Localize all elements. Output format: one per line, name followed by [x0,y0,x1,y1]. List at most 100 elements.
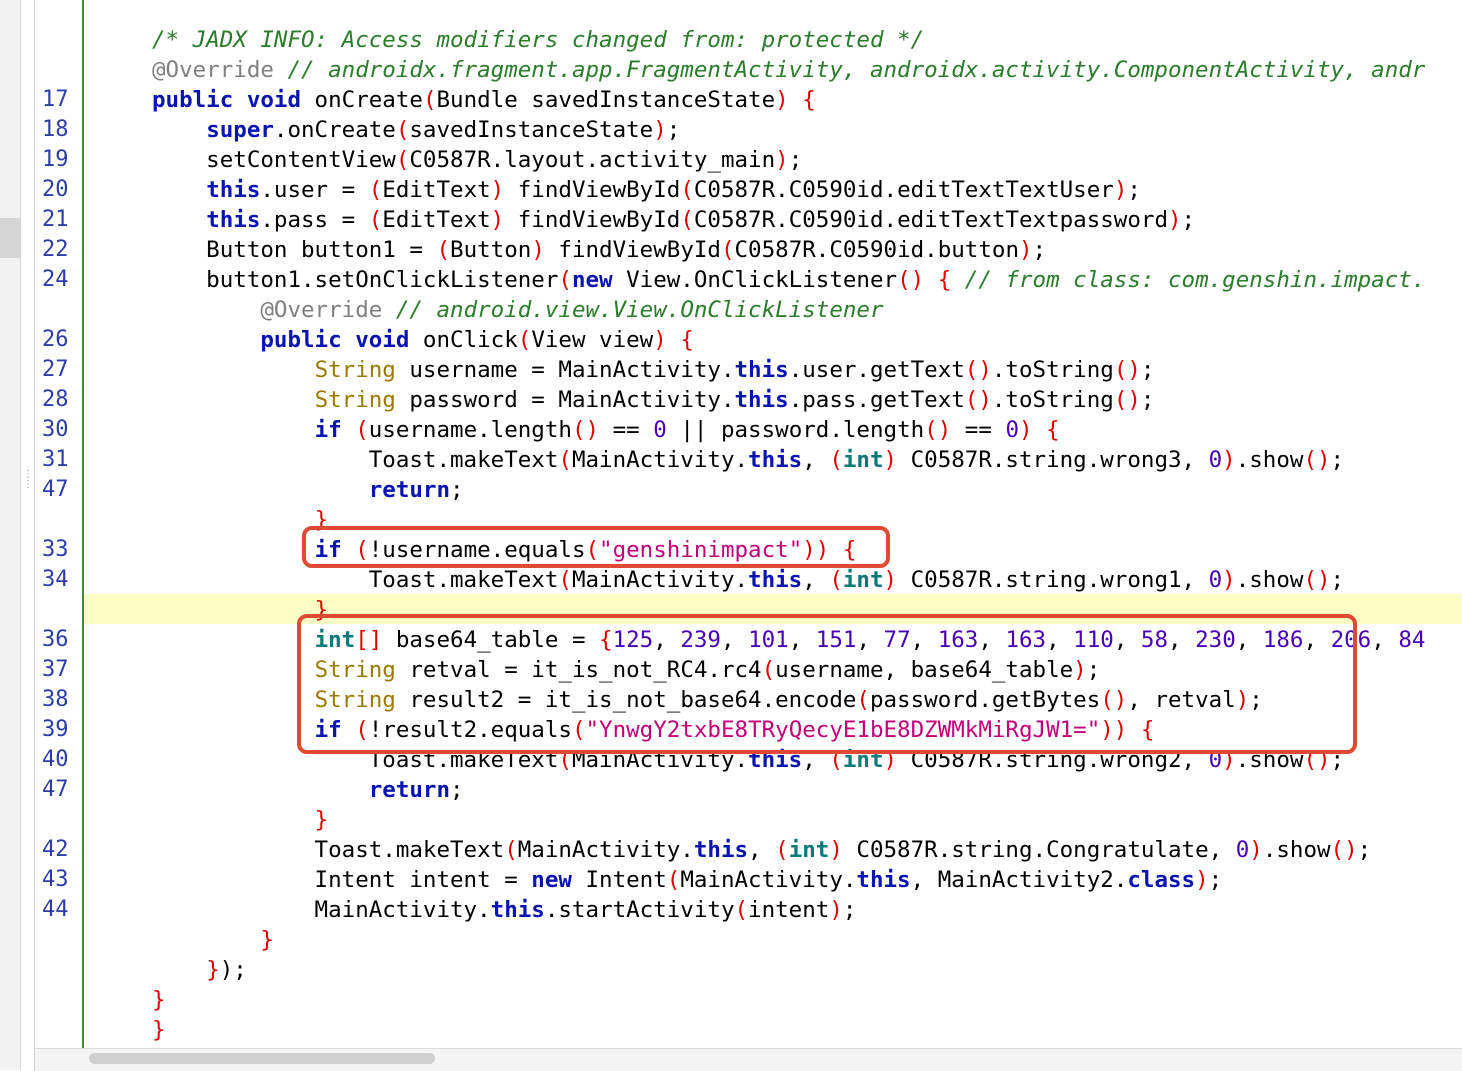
code-line[interactable]: return; [152,775,464,805]
code-token: Toast.makeText [152,447,559,473]
code-token: ) [775,87,789,113]
code-token: String [314,357,396,383]
code-line[interactable]: String password = MainActivity.this.pass… [152,385,1155,415]
code-token: intent [748,897,830,923]
code-token: Intent intent = [152,867,532,893]
code-line[interactable]: Toast.makeText(MainActivity.this, (int) … [152,565,1344,595]
code-line[interactable]: return; [152,475,464,505]
line-number [42,805,74,835]
code-line[interactable]: setContentView(C0587R.layout.activity_ma… [152,145,802,175]
code-line[interactable]: this.user = (EditText) findViewById(C058… [152,175,1141,205]
code-token: MainActivity. [517,837,694,863]
code-token: .show [1235,447,1304,473]
code-token: () [964,357,992,383]
code-token: ( [504,837,518,863]
code-line[interactable]: Toast.makeText(MainActivity.this, (int) … [152,835,1372,865]
code-token: 0 [653,417,667,443]
code-token: ) [1019,417,1033,443]
code-token: ( [558,447,572,473]
code-token: this [734,387,789,413]
code-token: ) [1113,177,1128,203]
code-line[interactable]: /* JADX INFO: Access modifiers changed f… [152,25,924,55]
code-line[interactable]: } [152,985,166,1015]
splitter-handle-icon[interactable]: ⋮ ⋮ [23,470,33,490]
code-line[interactable]: Intent intent = new Intent(MainActivity.… [152,865,1223,895]
line-number: 47 [42,477,69,502]
code-token: ) [883,447,898,473]
code-line[interactable]: MainActivity.this.startActivity(intent); [152,895,857,925]
code-token: , MainActivity2. [910,867,1128,893]
code-token: ) [1019,237,1033,263]
code-token: { [802,87,816,113]
line-number [42,595,74,625]
code-line[interactable]: Button button1 = (Button) findViewById(C… [152,235,1046,265]
code-token: == [599,417,654,443]
code-token: .pass = [260,207,369,233]
line-number: 27 [42,357,69,382]
side-tab-marker[interactable] [0,218,20,258]
code-line[interactable]: String username = MainActivity.this.user… [152,355,1155,385]
code-token: { [680,327,694,353]
code-token: 0 [1208,567,1223,593]
code-line[interactable]: } [152,805,329,835]
code-line[interactable]: } [152,1015,166,1045]
line-number [42,55,74,85]
code-token: ( [422,87,437,113]
line-number [42,985,74,1015]
code-token: int [842,567,884,593]
line-number: 17 [42,87,69,112]
code-token: .startActivity [544,897,735,923]
code-token: @Override [152,57,274,83]
line-number: 44 [42,897,69,922]
code-line[interactable]: button1.setOnClickListener(new View.OnCl… [152,265,1425,295]
code-token: ( [829,567,843,593]
code-line[interactable]: this.pass = (EditText) findViewById(C058… [152,205,1195,235]
code-token: this [490,897,545,923]
code-line[interactable]: public void onCreate(Bundle savedInstanc… [152,85,816,115]
code-line[interactable]: @Override // androidx.fragment.app.Fragm… [152,55,1425,85]
code-line[interactable]: public void onClick(View view) { [152,325,694,355]
code-token: || password.length [666,417,925,443]
code-token: ) [531,237,545,263]
code-token: savedInstanceState [409,117,654,143]
code-token: ( [368,177,383,203]
code-token: onCreate [301,87,423,113]
code-token: ) [1222,447,1236,473]
code-token: == [951,417,1006,443]
code-token: ) [490,177,505,203]
horizontal-scrollbar[interactable] [34,1048,1462,1071]
code-token: public [260,327,342,353]
code-line[interactable]: super.onCreate(savedInstanceState); [152,115,680,145]
code-token: C0587R.C0590id.editTextTextUser [693,177,1114,203]
code-token: ( [558,567,572,593]
code-token: ; [1140,357,1155,383]
code-token: ); [219,957,247,983]
line-number: 42 [42,837,69,862]
code-line[interactable]: @Override // android.view.View.OnClickLi… [152,295,883,325]
code-line[interactable]: } [152,505,329,535]
code-line[interactable]: }); [152,955,247,985]
code-line[interactable]: Toast.makeText(MainActivity.this, (int) … [152,445,1344,475]
code-line[interactable]: if (username.length() == 0 || password.l… [152,415,1060,445]
line-number [42,955,74,985]
code-token: ; [788,147,803,173]
code-token: int [842,447,884,473]
scrollbar-thumb[interactable] [89,1053,435,1064]
code-token: ) [490,207,505,233]
code-line[interactable]: } [152,925,274,955]
code-token: } [206,957,220,983]
code-token: class [1127,867,1196,893]
code-token: void [355,327,410,353]
code-editor[interactable]: /* JADX INFO: Access modifiers changed f… [84,0,1462,1048]
code-token: String [314,387,396,413]
code-token: return [368,477,451,503]
